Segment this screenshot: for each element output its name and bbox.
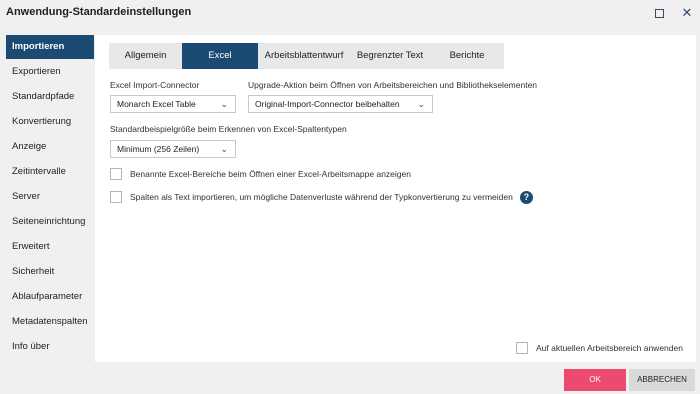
chevron-down-icon: ⌄ <box>417 99 425 109</box>
tab-begrenzter-text[interactable]: Begrenzter Text <box>350 43 430 69</box>
tab-arbeitsblattentwurf[interactable]: Arbeitsblattentwurf <box>258 43 350 69</box>
sample-label: Standardbeispielgröße beim Erkennen von … <box>110 124 347 134</box>
apply-current-checkbox[interactable] <box>516 342 528 354</box>
chevron-down-icon: ⌄ <box>220 144 228 154</box>
cancel-button[interactable]: ABBRECHEN <box>629 369 695 391</box>
named-ranges-label: Benannte Excel-Bereiche beim Öffnen eine… <box>130 169 411 179</box>
sidebar: Importieren Exportieren Standardpfade Ko… <box>0 34 95 362</box>
chevron-down-icon: ⌄ <box>220 99 228 109</box>
sidebar-item-metadatenspalten[interactable]: Metadatenspalten <box>6 310 94 334</box>
sidebar-item-sicherheit[interactable]: Sicherheit <box>6 260 94 284</box>
help-icon[interactable]: ? <box>519 190 533 204</box>
sidebar-item-anzeige[interactable]: Anzeige <box>6 135 94 159</box>
columns-as-text-label: Spalten als Text importieren, um möglich… <box>130 192 513 202</box>
sidebar-item-info[interactable]: Info über <box>6 335 94 359</box>
connector-select[interactable]: Monarch Excel Table ⌄ <box>110 95 236 113</box>
sidebar-item-seiteneinrichtung[interactable]: Seiteneinrichtung <box>6 210 94 234</box>
connector-value: Monarch Excel Table <box>117 99 196 109</box>
sample-select[interactable]: Minimum (256 Zeilen) ⌄ <box>110 140 236 158</box>
tab-excel[interactable]: Excel <box>182 43 258 69</box>
settings-panel: Allgemein Excel Arbeitsblattentwurf Begr… <box>95 35 696 362</box>
tab-allgemein[interactable]: Allgemein <box>109 43 182 69</box>
sidebar-item-ablaufparameter[interactable]: Ablaufparameter <box>6 285 94 309</box>
title-bar: Anwendung-Standardeinstellungen ✕ <box>0 0 700 27</box>
apply-current-option[interactable]: Auf aktuellen Arbeitsbereich anwenden <box>516 341 683 355</box>
sidebar-item-importieren[interactable]: Importieren <box>6 35 94 59</box>
named-ranges-option[interactable]: Benannte Excel-Bereiche beim Öffnen eine… <box>110 167 411 181</box>
sample-value: Minimum (256 Zeilen) <box>117 144 200 154</box>
tab-berichte[interactable]: Berichte <box>430 43 504 69</box>
sidebar-item-erweitert[interactable]: Erweitert <box>6 235 94 259</box>
maximize-icon[interactable] <box>652 6 666 20</box>
upgrade-select[interactable]: Original-Import-Connector beibehalten ⌄ <box>248 95 433 113</box>
connector-label: Excel Import-Connector <box>110 80 200 90</box>
apply-current-label: Auf aktuellen Arbeitsbereich anwenden <box>536 343 683 353</box>
sidebar-item-zeitintervalle[interactable]: Zeitintervalle <box>6 160 94 184</box>
columns-as-text-checkbox[interactable] <box>110 191 122 203</box>
sidebar-item-exportieren[interactable]: Exportieren <box>6 60 94 84</box>
sidebar-item-server[interactable]: Server <box>6 185 94 209</box>
sidebar-item-standardpfade[interactable]: Standardpfade <box>6 85 94 109</box>
upgrade-label: Upgrade-Aktion beim Öffnen von Arbeitsbe… <box>248 80 538 90</box>
columns-as-text-option[interactable]: Spalten als Text importieren, um möglich… <box>110 190 533 204</box>
close-icon[interactable]: ✕ <box>680 5 694 20</box>
named-ranges-checkbox[interactable] <box>110 168 122 180</box>
sidebar-item-konvertierung[interactable]: Konvertierung <box>6 110 94 134</box>
ok-button[interactable]: OK <box>564 369 626 391</box>
window-title: Anwendung-Standardeinstellungen <box>6 6 192 18</box>
upgrade-value: Original-Import-Connector beibehalten <box>255 99 400 109</box>
